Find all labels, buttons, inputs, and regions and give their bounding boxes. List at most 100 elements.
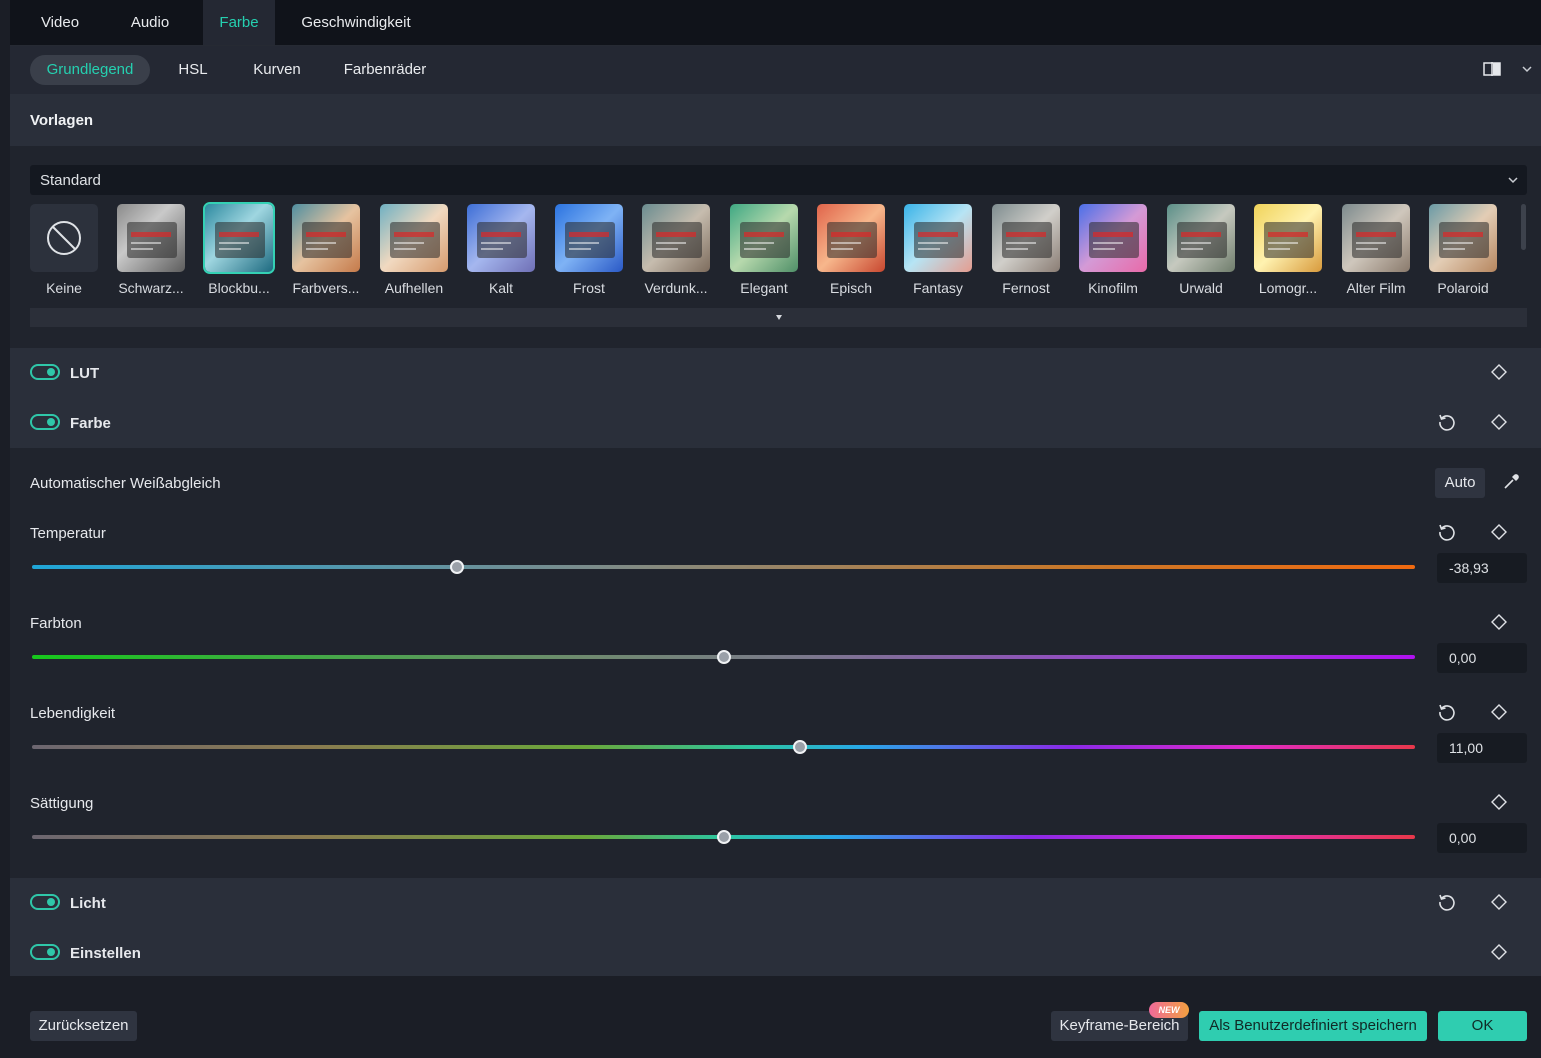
- reset-icon[interactable]: [1437, 702, 1457, 722]
- preset-label: Schwarz...: [118, 280, 184, 296]
- saturation-value-field[interactable]: 0,00: [1437, 823, 1527, 853]
- preset-verdunkeln[interactable]: Verdunk...: [640, 204, 712, 296]
- preset-label: Elegant: [740, 280, 788, 296]
- subtab-kurven[interactable]: Kurven: [245, 55, 309, 85]
- new-badge: NEW: [1149, 1002, 1189, 1018]
- lut-label: LUT: [70, 365, 100, 382]
- preset-label: Alter Film: [1346, 280, 1406, 296]
- keyframe-diamond-icon[interactable]: [1491, 524, 1507, 540]
- preset-thumbnail: [380, 204, 448, 272]
- presets-header: Vorlagen: [10, 94, 1541, 146]
- preset-label: Lomogr...: [1258, 280, 1318, 296]
- vibrance-value-field[interactable]: 11,00: [1437, 733, 1527, 763]
- subtab-grundlegend[interactable]: Grundlegend: [30, 55, 150, 85]
- preset-label: Fernost: [1002, 280, 1050, 296]
- expand-arrow-icon: [776, 315, 782, 320]
- save-as-custom-button[interactable]: Als Benutzerdefiniert speichern: [1199, 1011, 1427, 1041]
- preset-label: Keine: [46, 280, 82, 296]
- subtab-hsl[interactable]: HSL: [165, 55, 221, 85]
- chevron-down-icon[interactable]: [1521, 62, 1533, 76]
- expand-presets-button[interactable]: [30, 308, 1527, 327]
- color-label: Farbe: [70, 415, 111, 432]
- preset-frost[interactable]: Frost: [553, 204, 625, 296]
- preset-thumbnail: [1079, 204, 1147, 272]
- tint-slider-thumb[interactable]: [716, 650, 731, 664]
- color-body: [10, 448, 1541, 878]
- adjust-label: Einstellen: [70, 945, 141, 962]
- keyframe-diamond-icon[interactable]: [1491, 704, 1507, 720]
- preset-aufhellen[interactable]: Aufhellen: [378, 204, 450, 296]
- temperature-slider-track[interactable]: [32, 565, 1415, 569]
- preset-thumbnail: [1429, 204, 1497, 272]
- tint-value-field[interactable]: 0,00: [1437, 643, 1527, 673]
- preset-label: Blockbu...: [208, 280, 270, 296]
- adjust-toggle[interactable]: [30, 944, 60, 960]
- preset-kalt[interactable]: Kalt: [465, 204, 537, 296]
- vibrance-slider-track[interactable]: [32, 745, 1415, 749]
- eyedropper-icon[interactable]: [1502, 473, 1520, 491]
- preset-thumbnail: [642, 204, 710, 272]
- preset-lomography[interactable]: Lomogr...: [1252, 204, 1324, 296]
- preset-thumbnail: [1167, 204, 1235, 272]
- preset-fernost[interactable]: Fernost: [990, 204, 1062, 296]
- tab-geschwindigkeit[interactable]: Geschwindigkeit: [285, 0, 427, 45]
- reset-icon[interactable]: [1437, 892, 1457, 912]
- keyframe-diamond-icon[interactable]: [1491, 414, 1507, 430]
- preset-none[interactable]: Keine: [28, 204, 100, 296]
- preset-label: Kalt: [488, 280, 514, 296]
- preset-elegant[interactable]: Elegant: [728, 204, 800, 296]
- keyframe-diamond-icon[interactable]: [1491, 794, 1507, 810]
- reset-icon[interactable]: [1437, 412, 1457, 432]
- preset-episch[interactable]: Episch: [815, 204, 887, 296]
- preset-urwald[interactable]: Urwald: [1165, 204, 1237, 296]
- lut-toggle[interactable]: [30, 364, 60, 380]
- slider-label-saettigung: Sättigung: [30, 795, 94, 812]
- preset-label: Polaroid: [1437, 280, 1489, 296]
- vibrance-slider-thumb[interactable]: [792, 740, 807, 754]
- subtab-farbenraeder[interactable]: Farbenräder: [335, 55, 435, 85]
- keyframe-diamond-icon[interactable]: [1491, 614, 1507, 630]
- tab-audio[interactable]: Audio: [110, 0, 190, 45]
- slider-label-farbton: Farbton: [30, 615, 82, 632]
- reset-all-button[interactable]: Zurücksetzen: [30, 1011, 137, 1041]
- light-toggle[interactable]: [30, 894, 60, 910]
- preset-label: Aufhellen: [384, 280, 444, 296]
- preset-label: Urwald: [1179, 280, 1223, 296]
- preset-thumbnail: [203, 202, 275, 274]
- preset-label: Fantasy: [913, 280, 963, 296]
- keyframe-diamond-icon[interactable]: [1491, 364, 1507, 380]
- preset-alter-film[interactable]: Alter Film: [1340, 204, 1412, 296]
- preset-kinofilm[interactable]: Kinofilm: [1077, 204, 1149, 296]
- left-edge: [0, 0, 10, 1058]
- preset-thumbnail: [1342, 204, 1410, 272]
- preset-blockbuster[interactable]: Blockbu...: [203, 202, 275, 296]
- temperature-slider-thumb[interactable]: [449, 560, 464, 574]
- preset-farbvers[interactable]: Farbvers...: [290, 204, 362, 296]
- ok-button[interactable]: OK: [1438, 1011, 1527, 1041]
- sub-tab-bar: Grundlegend HSL Kurven Farbenräder: [10, 46, 1541, 94]
- preset-schwarz[interactable]: Schwarz...: [115, 204, 187, 296]
- light-adjust-header: [10, 878, 1541, 976]
- presets-category-dropdown[interactable]: Standard: [30, 165, 1527, 195]
- preset-label: Kinofilm: [1088, 280, 1138, 296]
- preset-thumbnail: [992, 204, 1060, 272]
- auto-white-balance-button[interactable]: Auto: [1435, 468, 1485, 498]
- reset-icon[interactable]: [1437, 522, 1457, 542]
- keyframe-diamond-icon[interactable]: [1491, 894, 1507, 910]
- saturation-slider-thumb[interactable]: [716, 830, 731, 844]
- tab-farbe[interactable]: Farbe: [203, 0, 275, 45]
- temperature-value-field[interactable]: -38,93: [1437, 553, 1527, 583]
- keyframe-diamond-icon[interactable]: [1491, 944, 1507, 960]
- tab-video[interactable]: Video: [20, 0, 100, 45]
- preset-polaroid[interactable]: Polaroid: [1427, 204, 1499, 296]
- preset-fantasy[interactable]: Fantasy: [902, 204, 974, 296]
- preset-thumbnail: [555, 204, 623, 272]
- chevron-down-icon: [1508, 177, 1518, 184]
- color-toggle[interactable]: [30, 414, 60, 430]
- preset-thumbnail: [467, 204, 535, 272]
- preset-thumbnail: [904, 204, 972, 272]
- preset-label: Verdunk...: [644, 280, 708, 296]
- compare-view-icon[interactable]: [1483, 62, 1501, 76]
- white-balance-label: Automatischer Weißabgleich: [30, 475, 221, 492]
- presets-scrollbar[interactable]: [1521, 204, 1526, 250]
